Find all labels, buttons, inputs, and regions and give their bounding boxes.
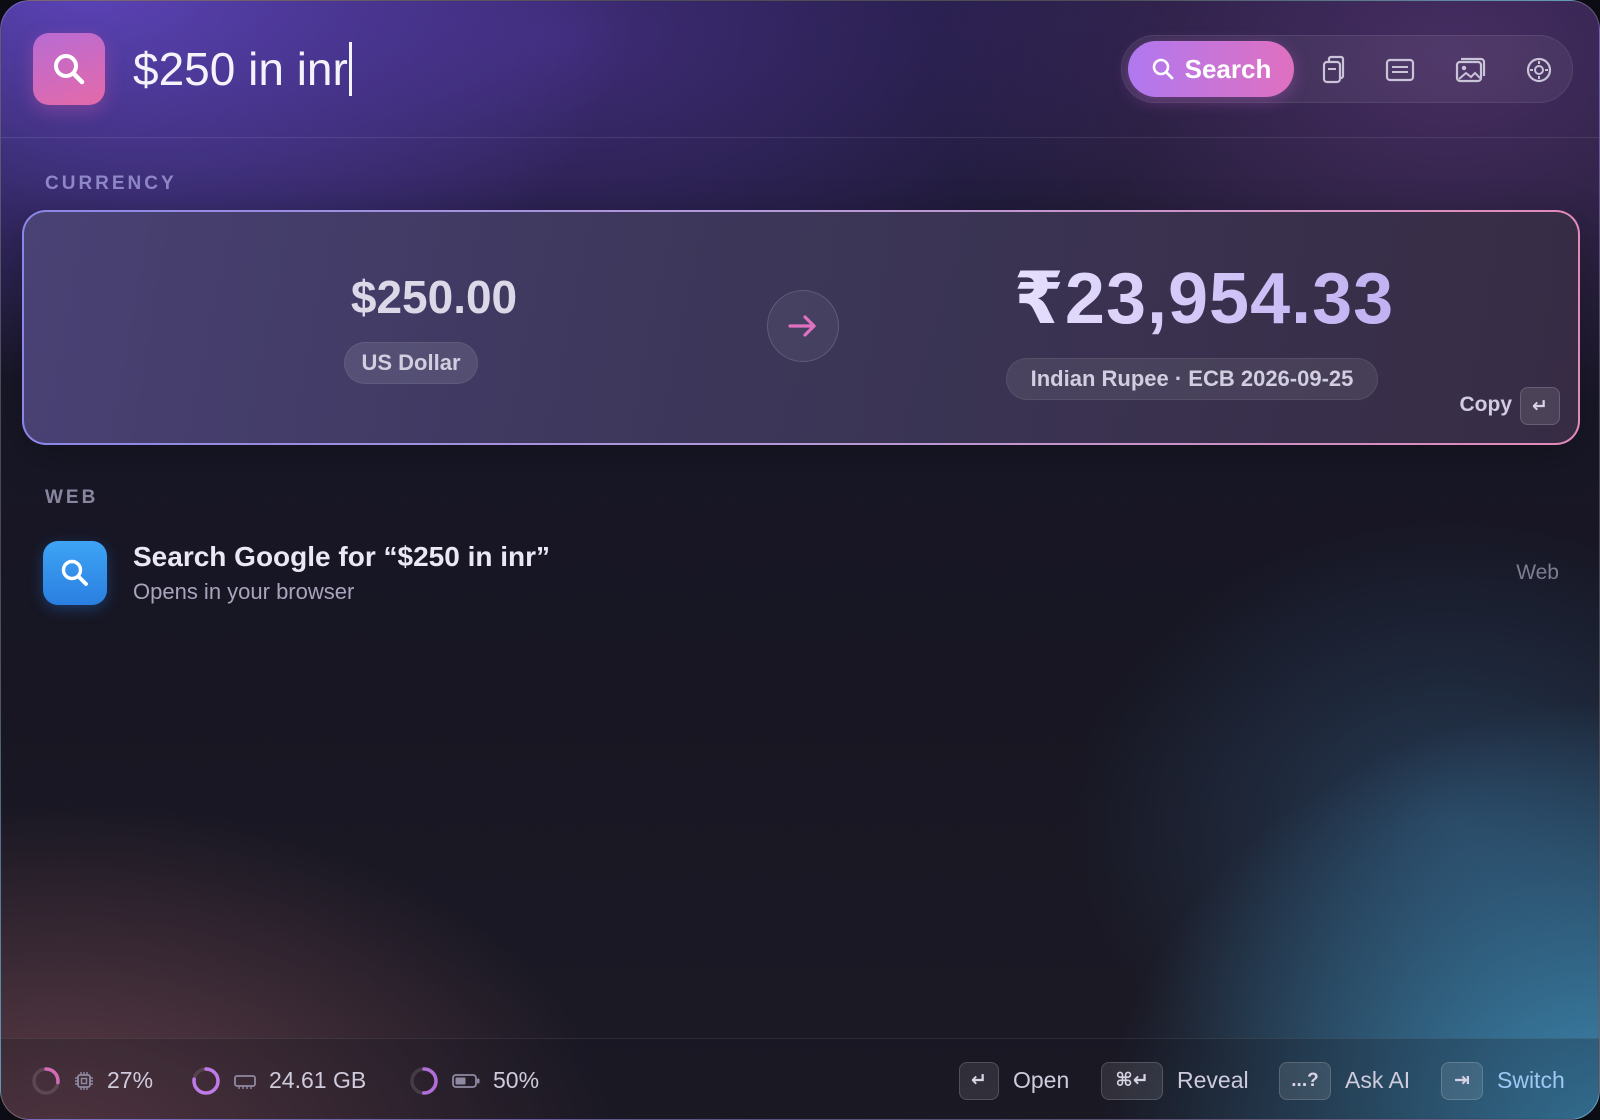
ask-ai-action[interactable]: ...? Ask AI	[1279, 1039, 1411, 1119]
switch-key: ⇥	[1441, 1061, 1483, 1100]
search-icon	[1152, 58, 1174, 80]
copy-label[interactable]: Copy	[1460, 393, 1513, 417]
chip-icon	[75, 1071, 93, 1090]
notes-icon[interactable]	[1384, 54, 1416, 86]
text-caret	[348, 42, 352, 96]
ask-ai-label: Ask AI	[1345, 1067, 1411, 1093]
memory-value: 24.61 GB	[269, 1067, 367, 1093]
from-amount: $250.00	[350, 271, 518, 323]
search-header: $250 in inr Search	[1, 1, 1599, 138]
clipboard-icon[interactable]	[1318, 54, 1350, 86]
arrow-right-icon	[788, 315, 816, 337]
launcher-window: $250 in inr Search CURRENCY $250.00 US D…	[0, 0, 1600, 1120]
memory-icon	[234, 1074, 256, 1089]
search-mode-label: Search	[1184, 53, 1272, 84]
battery-ring-icon	[410, 1066, 438, 1095]
search-mode-icon[interactable]	[33, 33, 105, 105]
search-mode-button[interactable]: Search	[1128, 41, 1294, 97]
web-result-tag: Web	[1516, 561, 1559, 584]
search-input[interactable]: $250 in inr	[133, 41, 352, 97]
web-result-title: Search Google for “$250 in inr”	[133, 541, 551, 572]
open-action[interactable]: ↵ Open	[959, 1039, 1070, 1119]
cpu-value: 27%	[107, 1067, 154, 1093]
mode-toolbar: Search	[1121, 35, 1573, 103]
memory-ring-icon	[192, 1066, 220, 1095]
open-key: ↵	[959, 1061, 999, 1100]
reveal-key: ⌘↵	[1101, 1061, 1163, 1100]
open-label: Open	[1013, 1067, 1070, 1093]
cpu-ring-icon	[32, 1066, 60, 1095]
cpu-stat: 27%	[31, 1039, 154, 1119]
web-result-subtitle: Opens in your browser	[133, 579, 355, 604]
converted-amount: ₹23,954.33	[924, 256, 1484, 340]
web-search-result[interactable]: Search Google for “$250 in inr” Opens in…	[1, 531, 1599, 611]
currency-conversion-card[interactable]: $250.00 US Dollar ₹23,954.33 Indian Rupe…	[22, 210, 1580, 445]
battery-icon	[452, 1073, 480, 1088]
memory-stat: 24.61 GB	[191, 1039, 367, 1119]
search-query-text: $250 in inr	[133, 43, 348, 95]
ask-ai-key: ...?	[1279, 1061, 1331, 1100]
reveal-label: Reveal	[1177, 1067, 1249, 1093]
to-currency-badge: Indian Rupee · ECB 2026-09-25	[1006, 358, 1378, 400]
google-search-icon	[43, 541, 107, 605]
battery-value: 50%	[493, 1067, 540, 1093]
currency-section-label: CURRENCY	[45, 173, 177, 194]
switch-label: Switch	[1497, 1067, 1565, 1093]
images-icon[interactable]	[1454, 54, 1486, 86]
battery-stat: 50%	[409, 1039, 540, 1119]
settings-icon[interactable]	[1523, 54, 1555, 86]
status-footer: 27% 24.61 GB 50% ↵ Open ⌘↵ Reveal ...? A…	[1, 1038, 1599, 1119]
web-section-label: WEB	[45, 487, 99, 508]
reveal-action[interactable]: ⌘↵ Reveal	[1101, 1039, 1249, 1119]
magnifier-icon	[54, 54, 85, 85]
conversion-arrow	[767, 290, 839, 362]
switch-action[interactable]: ⇥ Switch	[1441, 1039, 1565, 1119]
from-currency-badge: US Dollar	[344, 342, 478, 384]
copy-return-key[interactable]: ↵	[1520, 387, 1560, 425]
